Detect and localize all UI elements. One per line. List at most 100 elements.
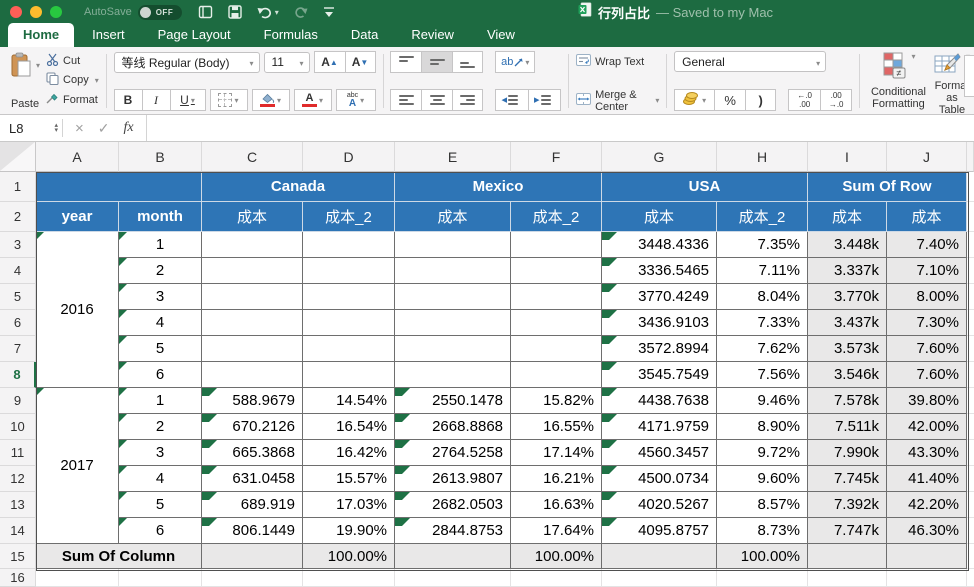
cell-G3[interactable]: 3448.4336 bbox=[602, 232, 717, 258]
cell-C13[interactable]: 689.919 bbox=[202, 492, 303, 518]
row-header-7[interactable]: 7 bbox=[0, 336, 36, 362]
cell-G16[interactable] bbox=[602, 569, 717, 587]
tab-insert[interactable]: Insert bbox=[77, 23, 140, 47]
align-top-button[interactable] bbox=[390, 51, 421, 73]
cell-overflow[interactable] bbox=[967, 310, 974, 336]
cell-overflow[interactable] bbox=[967, 284, 974, 310]
cell-D6[interactable] bbox=[303, 310, 395, 336]
borders-button[interactable] bbox=[210, 89, 248, 111]
cell-B9[interactable]: 1 bbox=[119, 388, 202, 414]
percent-style-button[interactable]: % bbox=[714, 89, 745, 111]
cell-A16[interactable] bbox=[36, 569, 119, 587]
tab-review[interactable]: Review bbox=[396, 23, 469, 47]
cell-F15[interactable]: 100.00% bbox=[511, 544, 602, 569]
cell-J11[interactable]: 43.30% bbox=[887, 440, 967, 466]
cell-B13[interactable]: 5 bbox=[119, 492, 202, 518]
field-header-A[interactable]: year bbox=[36, 202, 119, 232]
row-header-2[interactable]: 2 bbox=[0, 202, 36, 232]
tab-formulas[interactable]: Formulas bbox=[249, 23, 333, 47]
field-header-H[interactable]: 成本_2 bbox=[717, 202, 808, 232]
align-center-button[interactable] bbox=[421, 89, 452, 111]
align-middle-button[interactable] bbox=[421, 51, 452, 73]
group-header-sum-of-row[interactable]: Sum Of Row bbox=[808, 172, 967, 202]
font-color-button[interactable]: A bbox=[294, 89, 332, 111]
cell-C9[interactable]: 588.9679 bbox=[202, 388, 303, 414]
align-bottom-button[interactable] bbox=[452, 51, 483, 73]
cell-E12[interactable]: 2613.9807 bbox=[395, 466, 511, 492]
cell-overflow[interactable] bbox=[967, 544, 974, 569]
group-header-canada[interactable]: Canada bbox=[202, 172, 395, 202]
row-header-9[interactable]: 9 bbox=[0, 388, 36, 414]
row-header-4[interactable]: 4 bbox=[0, 258, 36, 284]
row-header-1[interactable]: 1 bbox=[0, 172, 36, 202]
column-header-B[interactable]: B bbox=[119, 142, 202, 172]
cell-F8[interactable] bbox=[511, 362, 602, 388]
field-header-D[interactable]: 成本_2 bbox=[303, 202, 395, 232]
cell-A15[interactable]: Sum Of Column bbox=[36, 544, 202, 569]
cell-C5[interactable] bbox=[202, 284, 303, 310]
new-workbook-icon[interactable] bbox=[198, 5, 213, 19]
paste-button[interactable]: Paste bbox=[6, 51, 44, 111]
cell-overflow[interactable] bbox=[967, 492, 974, 518]
cell-overflow[interactable] bbox=[967, 518, 974, 544]
field-header-G[interactable]: 成本 bbox=[602, 202, 717, 232]
increase-indent-button[interactable]: ▸ bbox=[528, 89, 561, 111]
wrap-text-button[interactable]: Wrap Text bbox=[576, 53, 659, 70]
row-header-13[interactable]: 13 bbox=[0, 492, 36, 518]
comma-style-button[interactable]: ) bbox=[745, 89, 776, 111]
cell-E4[interactable] bbox=[395, 258, 511, 284]
cell-F13[interactable]: 16.63% bbox=[511, 492, 602, 518]
cell-overflow[interactable] bbox=[967, 362, 974, 388]
row-header-5[interactable]: 5 bbox=[0, 284, 36, 310]
cell-E5[interactable] bbox=[395, 284, 511, 310]
cell-B4[interactable]: 2 bbox=[119, 258, 202, 284]
cell-C3[interactable] bbox=[202, 232, 303, 258]
bold-button[interactable]: B bbox=[114, 89, 142, 111]
cell-D16[interactable] bbox=[303, 569, 395, 587]
cell-overflow[interactable] bbox=[967, 258, 974, 284]
cell-J3[interactable]: 7.40% bbox=[887, 232, 967, 258]
cell-overflow[interactable] bbox=[967, 440, 974, 466]
cell-J6[interactable]: 7.30% bbox=[887, 310, 967, 336]
cell-G9[interactable]: 4438.7638 bbox=[602, 388, 717, 414]
column-header-J[interactable]: J bbox=[887, 142, 967, 172]
cell-J14[interactable]: 46.30% bbox=[887, 518, 967, 544]
cell-D11[interactable]: 16.42% bbox=[303, 440, 395, 466]
group-header-blank[interactable] bbox=[36, 172, 202, 202]
cell-overflow[interactable] bbox=[967, 336, 974, 362]
cell-G14[interactable]: 4095.8757 bbox=[602, 518, 717, 544]
cell-C11[interactable]: 665.3868 bbox=[202, 440, 303, 466]
cell-C4[interactable] bbox=[202, 258, 303, 284]
row-header-15[interactable]: 15 bbox=[0, 544, 36, 569]
text-effects-button[interactable]: abcA bbox=[336, 89, 376, 111]
column-header-H[interactable]: H bbox=[717, 142, 808, 172]
cell-G6[interactable]: 3436.9103 bbox=[602, 310, 717, 336]
shrink-font-button[interactable]: A▼ bbox=[345, 51, 376, 73]
column-header-C[interactable]: C bbox=[202, 142, 303, 172]
decrease-indent-button[interactable]: ◂ bbox=[495, 89, 528, 111]
cell-B8[interactable]: 6 bbox=[119, 362, 202, 388]
cell-E10[interactable]: 2668.8868 bbox=[395, 414, 511, 440]
cell-overflow[interactable] bbox=[967, 172, 974, 202]
cell-C14[interactable]: 806.1449 bbox=[202, 518, 303, 544]
cell-H4[interactable]: 7.11% bbox=[717, 258, 808, 284]
row-header-11[interactable]: 11 bbox=[0, 440, 36, 466]
autosave-toggle[interactable]: OFF bbox=[138, 5, 182, 20]
cell-B10[interactable]: 2 bbox=[119, 414, 202, 440]
cell-C8[interactable] bbox=[202, 362, 303, 388]
cell-E9[interactable]: 2550.1478 bbox=[395, 388, 511, 414]
cell-E15[interactable] bbox=[395, 544, 511, 569]
cell-J4[interactable]: 7.10% bbox=[887, 258, 967, 284]
cell-B11[interactable]: 3 bbox=[119, 440, 202, 466]
cell-J12[interactable]: 41.40% bbox=[887, 466, 967, 492]
cell-B5[interactable]: 3 bbox=[119, 284, 202, 310]
row-header-14[interactable]: 14 bbox=[0, 518, 36, 544]
group-header-mexico[interactable]: Mexico bbox=[395, 172, 602, 202]
minimize-button[interactable] bbox=[30, 6, 42, 18]
cell-I7[interactable]: 3.573k bbox=[808, 336, 887, 362]
conditional-formatting-button[interactable]: ≠ ConditionalFormatting bbox=[867, 51, 930, 111]
save-icon[interactable] bbox=[228, 5, 242, 19]
cell-overflow[interactable] bbox=[967, 569, 974, 587]
cell-styles-button-partial[interactable] bbox=[964, 55, 974, 97]
cell-H16[interactable] bbox=[717, 569, 808, 587]
